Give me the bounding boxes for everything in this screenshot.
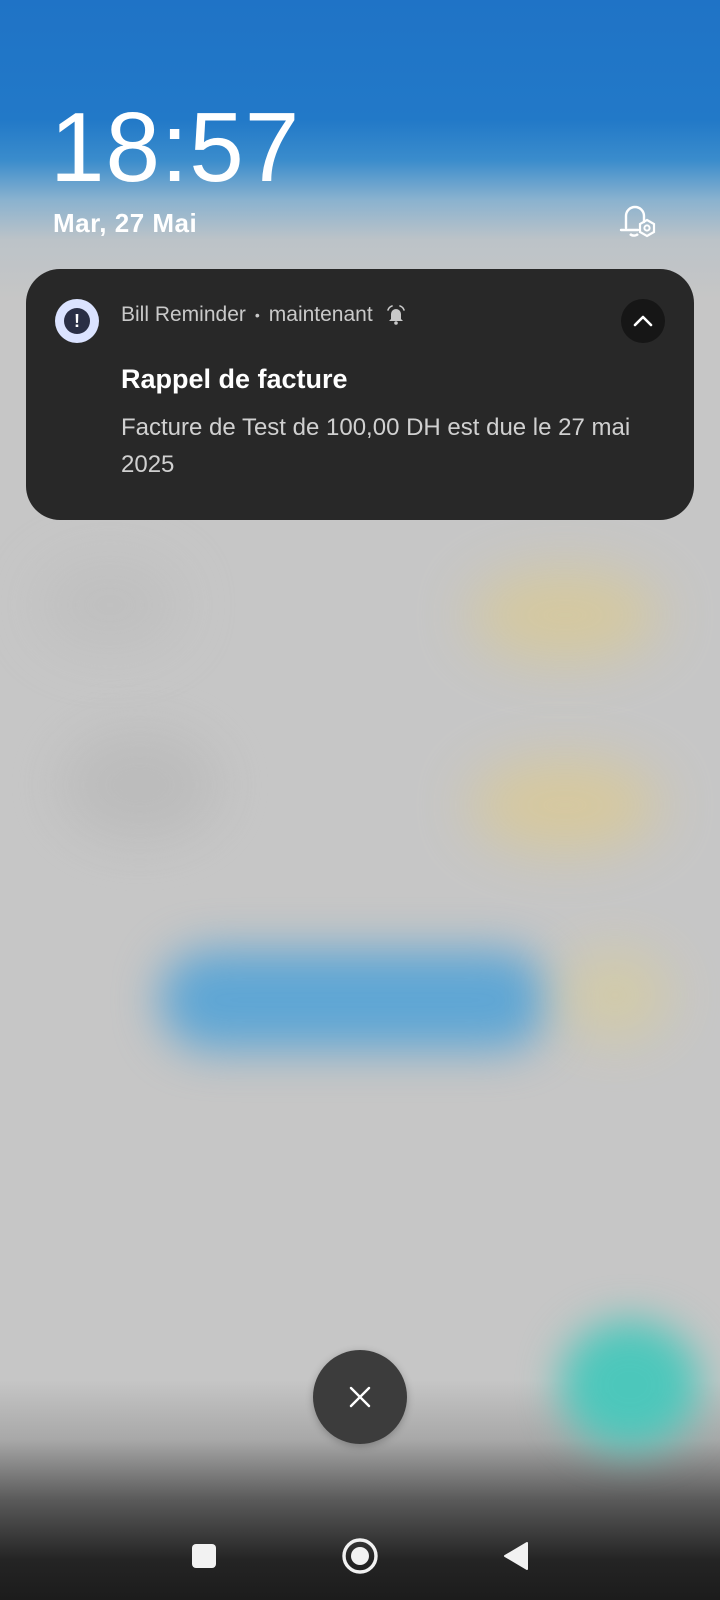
- header-separator: •: [254, 307, 260, 323]
- notification-timestamp: maintenant: [268, 303, 373, 326]
- square-icon: [192, 1544, 216, 1568]
- back-button[interactable]: [494, 1534, 538, 1578]
- triangle-back-icon: [504, 1542, 528, 1570]
- circle-icon: [342, 1538, 378, 1574]
- home-button[interactable]: [338, 1534, 382, 1578]
- chevron-up-icon: [633, 315, 653, 327]
- blurred-app-shape: [560, 1320, 700, 1450]
- notification-title: Rappel de facture: [121, 364, 348, 394]
- app-name: Bill Reminder: [121, 303, 246, 326]
- blurred-app-shape: [40, 560, 180, 650]
- lockscreen-clock: 18:57: [50, 92, 301, 202]
- blurred-app-shape: [60, 730, 220, 840]
- app-alert-icon: !: [55, 299, 99, 343]
- blurred-app-shape: [470, 570, 660, 660]
- notification-header: Bill Reminder • maintenant: [121, 303, 407, 327]
- close-icon: [349, 1386, 371, 1408]
- notification-settings-icon[interactable]: [614, 200, 660, 242]
- recents-button[interactable]: [182, 1534, 226, 1578]
- notification-body: Facture de Test de 100,00 DH est due le …: [121, 414, 631, 478]
- notification-card[interactable]: ! Bill Reminder • maintenant Rappel de f…: [26, 269, 694, 520]
- blurred-app-shape: [470, 760, 660, 850]
- clear-all-button[interactable]: [313, 1350, 407, 1444]
- navigation-bar: [0, 1520, 720, 1590]
- lockscreen-date: Mar, 27 Mai: [53, 208, 198, 238]
- alarm-bell-icon: [385, 304, 407, 326]
- blurred-app-shape: [560, 950, 670, 1040]
- collapse-button[interactable]: [621, 299, 665, 343]
- exclamation-icon: !: [64, 308, 90, 334]
- blurred-app-shape: [160, 950, 550, 1050]
